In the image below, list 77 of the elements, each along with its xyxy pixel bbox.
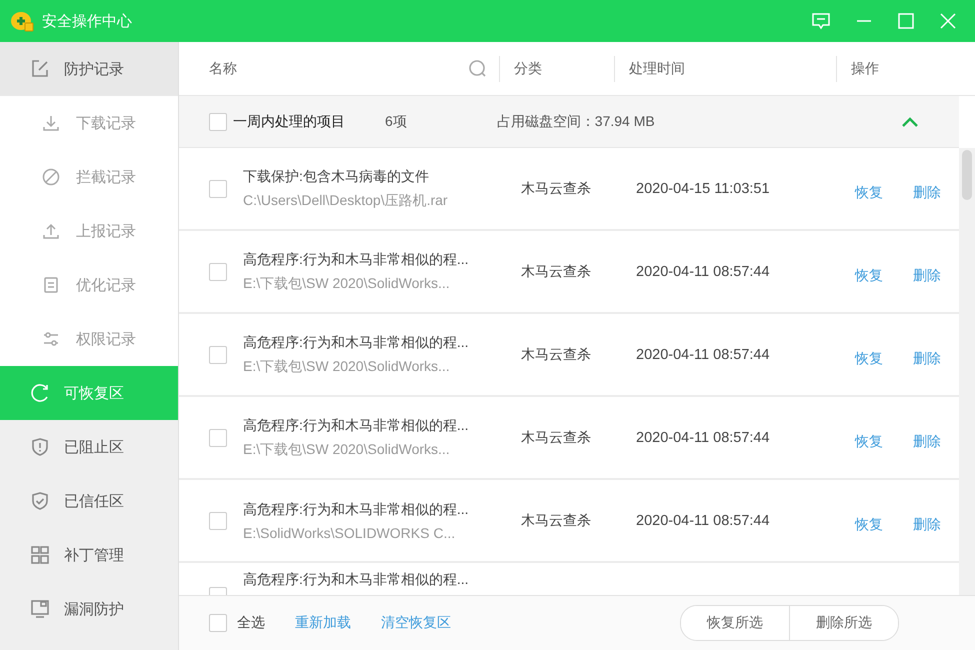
- item-title: 高危程序:行为和木马非常相似的程...: [243, 334, 470, 352]
- edit-icon: [30, 59, 50, 79]
- sidebar-subitem[interactable]: 权限记录: [0, 312, 178, 366]
- shield-logo-icon: [10, 10, 34, 32]
- checkbox-label: 全选: [237, 614, 265, 632]
- sidebar-subitem[interactable]: 优化记录: [0, 258, 178, 312]
- item-title: 高危程序:行为和木马非常相似的程...: [243, 250, 470, 268]
- item-title: 高危程序:行为和木马非常相似的程...: [243, 571, 470, 589]
- checkbox[interactable]: [209, 112, 227, 130]
- sidebar-item[interactable]: 已信任区: [0, 474, 178, 528]
- checkbox[interactable]: [209, 262, 227, 280]
- scrollbar[interactable]: [959, 148, 975, 595]
- document-icon: [42, 276, 60, 294]
- file-path: E:\SolidWorks\SOLIDWORKS C...: [243, 524, 456, 540]
- sidebar-subitem[interactable]: 上报记录: [0, 204, 178, 258]
- checkbox[interactable]: [209, 346, 227, 364]
- file-path: E:\下载包\SW 2020\SolidWorks...: [243, 440, 451, 458]
- column-header: 分类: [514, 60, 542, 78]
- table-cell-text: 2020-04-11 08:57:44: [636, 264, 771, 280]
- table-cell-text: 2020-04-15 11:03:51: [636, 180, 771, 196]
- item-title: 下载保护:包含木马病毒的文件: [243, 168, 430, 186]
- sidebar-item[interactable]: 已阻止区: [0, 420, 178, 474]
- blocked-icon: [42, 168, 60, 186]
- action-link[interactable]: 删除: [913, 516, 941, 534]
- action-link[interactable]: 恢复: [855, 432, 883, 450]
- table-cell-text: 木马云查杀: [521, 428, 592, 446]
- sidebar-item[interactable]: 补丁管理: [0, 528, 178, 582]
- item-title: 高危程序:行为和木马非常相似的程...: [243, 416, 470, 434]
- table-cell-text: 木马云查杀: [521, 180, 592, 198]
- item-count: 6项: [385, 112, 407, 130]
- action-link[interactable]: 删除: [913, 184, 941, 202]
- checkbox[interactable]: [209, 614, 227, 632]
- table-cell-text: 2020-04-11 08:57:44: [636, 512, 771, 528]
- collapse-icon[interactable]: [901, 116, 919, 128]
- column-header: 名称: [209, 60, 237, 78]
- action-link[interactable]: 恢复: [855, 184, 883, 202]
- monitor-icon: [30, 599, 50, 619]
- footer-link[interactable]: 清空恢复区: [381, 614, 451, 632]
- sidebar-subitem[interactable]: 下载记录: [0, 96, 178, 150]
- file-path: E:\下载包\SW 2020\SolidWorks...: [243, 358, 451, 376]
- column-header: 处理时间: [629, 60, 685, 78]
- column-header: 操作: [851, 60, 879, 78]
- action-link[interactable]: 删除: [913, 350, 941, 368]
- action-link[interactable]: 删除: [913, 266, 941, 284]
- checkbox[interactable]: [209, 428, 227, 446]
- search-icon[interactable]: [469, 60, 487, 78]
- file-path: E:\下载包\SW 2020\SolidWorks...: [243, 274, 451, 292]
- sidebar-item[interactable]: 防护记录: [0, 42, 178, 96]
- disk-usage: 占用磁盘空间：37.94 MB: [496, 112, 655, 130]
- action-link[interactable]: 恢复: [855, 516, 883, 534]
- action-link[interactable]: 删除: [913, 432, 941, 450]
- action-link[interactable]: 恢复: [855, 266, 883, 284]
- sidebar-item[interactable]: 漏洞防护: [0, 582, 178, 636]
- shield-check-icon: [30, 491, 50, 511]
- file-path: C:\Users\Dell\Desktop\压路机.rar: [243, 192, 449, 210]
- checkbox[interactable]: [209, 587, 227, 595]
- sidebar-item[interactable]: 可恢复区: [0, 366, 178, 420]
- table-cell-text: 2020-04-11 08:57:44: [636, 346, 771, 362]
- table-cell-text: 木马云查杀: [521, 512, 592, 530]
- table-cell-text: 2020-04-11 08:57:44: [636, 430, 771, 446]
- window-title: 安全操作中心: [42, 12, 133, 30]
- sidebar-subitem[interactable]: 拦截记录: [0, 150, 178, 204]
- download-icon: [42, 114, 60, 132]
- group-label: 一周内处理的项目: [233, 112, 345, 130]
- checkbox[interactable]: [209, 512, 227, 530]
- checkbox[interactable]: [209, 180, 227, 198]
- footer-link[interactable]: 重新加载: [295, 614, 351, 632]
- table-cell-text: 木马云查杀: [521, 346, 592, 364]
- refresh-icon: [30, 383, 50, 403]
- upload-icon: [42, 222, 60, 240]
- shield-alert-icon: [30, 437, 50, 457]
- action-link[interactable]: 恢复: [855, 350, 883, 368]
- footer-button[interactable]: 删除所选: [789, 606, 898, 640]
- table-cell-text: 木马云查杀: [521, 262, 592, 280]
- grid-icon: [30, 545, 50, 565]
- sliders-icon: [42, 330, 60, 348]
- item-title: 高危程序:行为和木马非常相似的程...: [243, 500, 470, 518]
